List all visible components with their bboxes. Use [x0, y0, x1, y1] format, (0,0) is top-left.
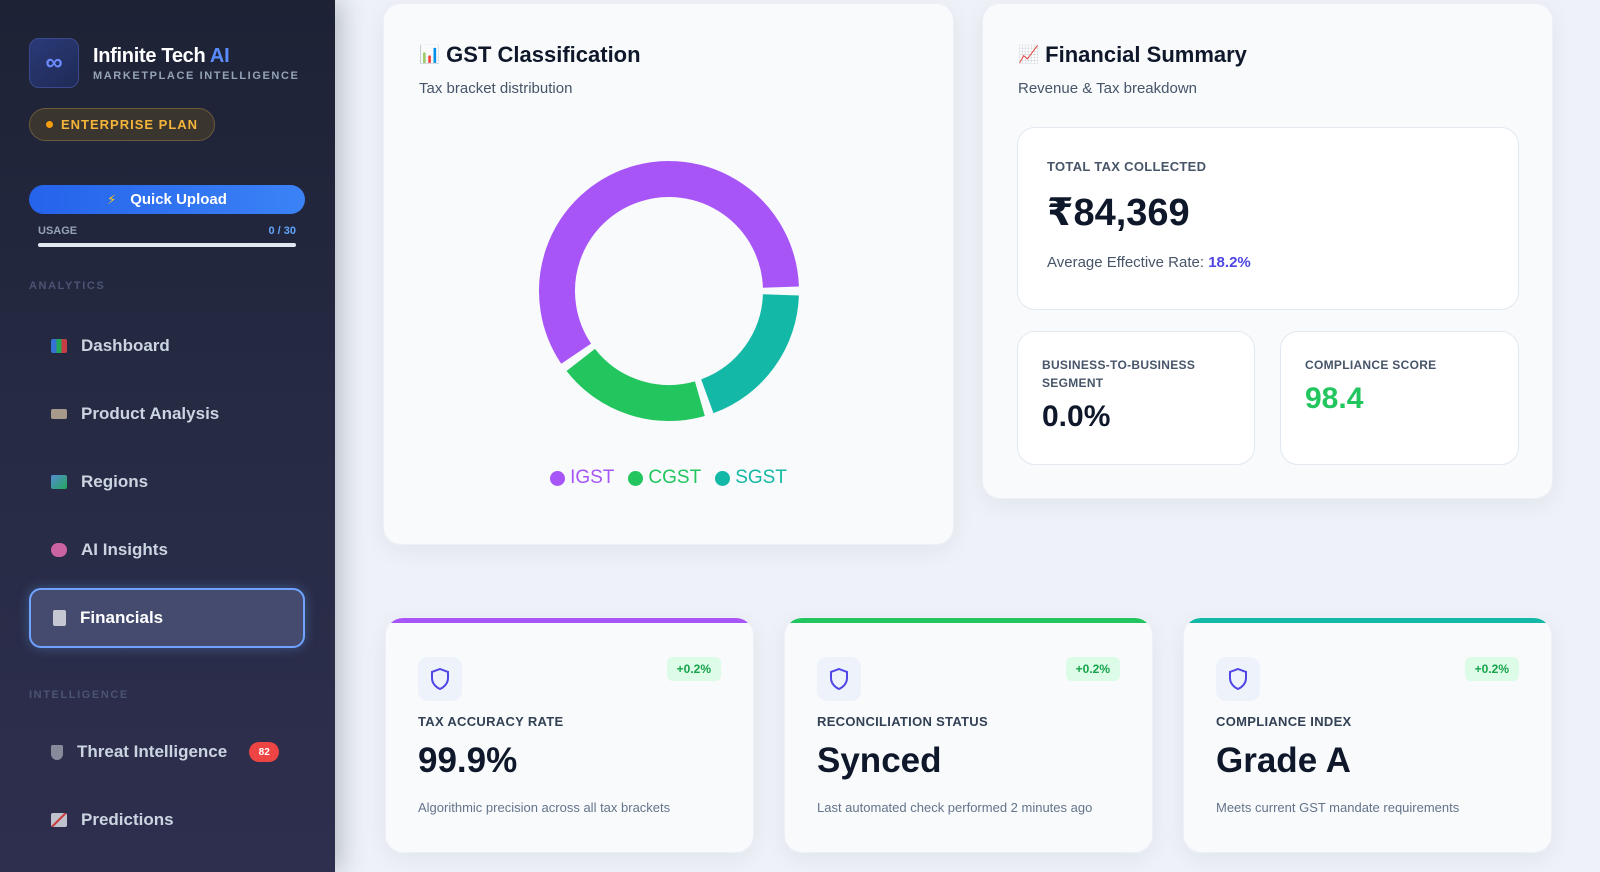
b2b-segment-panel: BUSINESS-TO-BUSINESS SEGMENT 0.0%: [1017, 331, 1255, 465]
donut-slice-cgst[interactable]: [566, 348, 705, 421]
accent-bar: [1184, 618, 1551, 623]
legend-dot-cgst: [628, 470, 644, 486]
total-tax-label: TOTAL TAX COLLECTED: [1047, 159, 1207, 174]
shield-icon: [51, 744, 63, 760]
card-title: Financial Summary: [1045, 42, 1247, 67]
gst-donut-chart: [539, 161, 799, 421]
metric-label: RECONCILIATION STATUS: [817, 714, 988, 729]
metric-description: Meets current GST mandate requirements: [1216, 800, 1460, 815]
shield-icon: [1216, 657, 1260, 701]
threat-count-badge: 82: [249, 742, 280, 762]
trend-icon: [51, 813, 67, 827]
compliance-label: COMPLIANCE SCORE: [1305, 358, 1437, 372]
section-label-analytics: ANALYTICS: [29, 280, 106, 292]
sidebar-item-product-analysis[interactable]: Product Analysis: [29, 384, 305, 444]
plan-badge: ENTERPRISE PLAN: [29, 108, 216, 141]
usage-label: USAGE: [38, 225, 78, 237]
lightning-icon: ⚡: [107, 191, 117, 207]
brain-icon: [51, 543, 67, 557]
legend-dot-sgst: [715, 470, 731, 486]
brand-name: Infinite Tech AI: [93, 44, 230, 67]
b2b-label: BUSINESS-TO-BUSINESS SEGMENT: [1042, 358, 1196, 390]
sidebar-item-threat-intelligence[interactable]: Threat Intelligence 82: [29, 722, 305, 782]
card-subtitle: Revenue & Tax breakdown: [1018, 80, 1198, 97]
total-tax-value: ₹84,369: [1047, 192, 1190, 234]
delta-badge: +0.2%: [666, 657, 721, 681]
effective-rate: Average Effective Rate: 18.2%: [1047, 254, 1251, 271]
total-tax-panel: TOTAL TAX COLLECTED ₹84,369 Average Effe…: [1017, 127, 1519, 310]
effective-rate-value: 18.2%: [1208, 254, 1251, 271]
gst-classification-card: 📊 GST Classification Tax bracket distrib…: [383, 3, 954, 545]
metric-description: Algorithmic precision across all tax bra…: [418, 800, 671, 815]
legend-item-igst[interactable]: IGST: [550, 467, 614, 489]
trend-chart-icon: 📈: [1018, 45, 1040, 64]
metric-label: COMPLIANCE INDEX: [1216, 714, 1352, 729]
b2b-value: 0.0%: [1042, 400, 1111, 433]
receipt-icon: [53, 610, 66, 626]
metric-label: TAX ACCURACY RATE: [418, 714, 564, 729]
legend-item-cgst[interactable]: CGST: [628, 467, 701, 489]
accent-bar: [386, 618, 753, 623]
usage-meter: USAGE 0 / 30: [38, 225, 296, 247]
quick-upload-button[interactable]: ⚡ Quick Upload: [29, 185, 305, 214]
accent-bar: [785, 618, 1152, 623]
usage-progress-bar: [38, 243, 296, 247]
metric-description: Last automated check performed 2 minutes…: [817, 800, 1093, 815]
delta-badge: +0.2%: [1065, 657, 1120, 681]
section-label-intelligence: INTELLIGENCE: [29, 689, 129, 701]
infinity-logo-icon: ∞: [29, 38, 79, 88]
metric-value: 99.9%: [418, 741, 518, 780]
sidebar-item-financials[interactable]: Financials: [29, 588, 305, 648]
map-icon: [51, 475, 67, 489]
compliance-value: 98.4: [1305, 382, 1364, 415]
donut-slice-sgst[interactable]: [700, 293, 799, 414]
shield-icon: [817, 657, 861, 701]
financial-summary-card: 📈 Financial Summary Revenue & Tax breakd…: [982, 3, 1553, 499]
metric-value: Synced: [817, 741, 942, 780]
brand-tagline: MARKETPLACE INTELLIGENCE: [93, 69, 300, 82]
bar-chart-icon: [51, 339, 67, 353]
brand-ai: AI: [209, 44, 230, 67]
compliance-score-panel: COMPLIANCE SCORE 98.4: [1280, 331, 1519, 465]
delta-badge: +0.2%: [1464, 657, 1519, 681]
legend-item-sgst[interactable]: SGST: [715, 467, 787, 489]
chart-legend: IGST CGST SGST: [384, 467, 953, 489]
shield-icon: [418, 657, 462, 701]
sidebar: ∞ Infinite Tech AI MARKETPLACE INTELLIGE…: [0, 0, 335, 872]
metric-card-compliance-index: +0.2% COMPLIANCE INDEX Grade A Meets cur…: [1183, 617, 1552, 853]
brand[interactable]: ∞ Infinite Tech AI MARKETPLACE INTELLIGE…: [29, 38, 299, 88]
sidebar-item-predictions[interactable]: Predictions: [29, 790, 305, 850]
sidebar-item-regions[interactable]: Regions: [29, 452, 305, 512]
metric-card-reconciliation: +0.2% RECONCILIATION STATUS Synced Last …: [784, 617, 1153, 853]
donut-slice-igst[interactable]: [539, 161, 799, 364]
sidebar-item-ai-insights[interactable]: AI Insights: [29, 520, 305, 580]
tag-icon: [51, 409, 67, 419]
metric-value: Grade A: [1216, 741, 1351, 780]
usage-count: 0 / 30: [268, 225, 296, 237]
sidebar-item-dashboard[interactable]: Dashboard: [29, 316, 305, 376]
metric-card-tax-accuracy: +0.2% TAX ACCURACY RATE 99.9% Algorithmi…: [385, 617, 754, 853]
legend-dot-igst: [550, 470, 566, 486]
status-dot-icon: [46, 121, 53, 128]
